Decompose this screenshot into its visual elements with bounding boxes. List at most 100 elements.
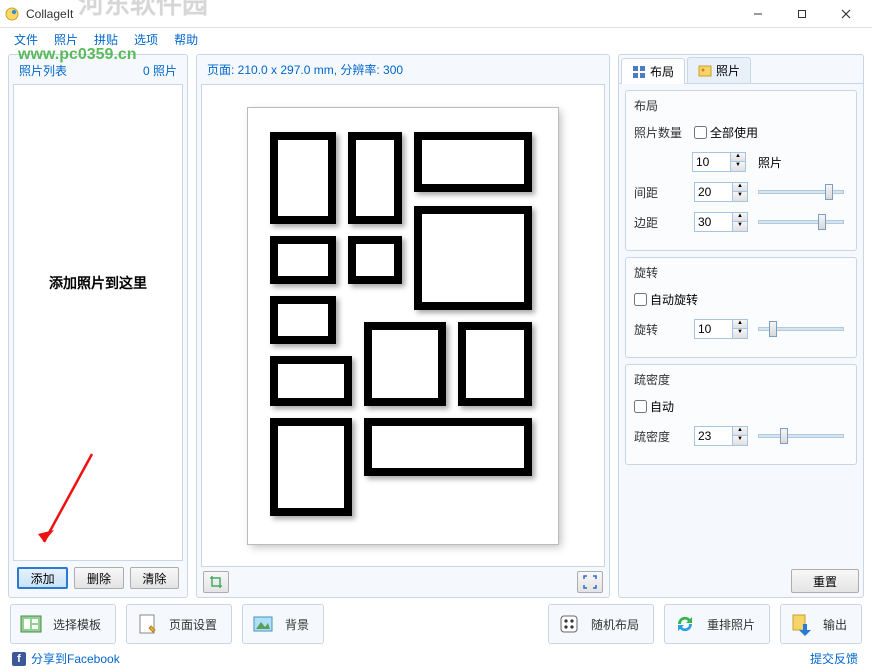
page-setup-button[interactable]: 页面设置 bbox=[126, 604, 232, 644]
menu-file[interactable]: 文件 bbox=[6, 31, 46, 48]
export-button[interactable]: 输出 bbox=[780, 604, 862, 644]
margin-spinner[interactable]: ▲▼ bbox=[694, 212, 748, 232]
spin-down[interactable]: ▼ bbox=[733, 222, 747, 231]
footer: f 分享到Facebook 提交反馈 bbox=[0, 648, 872, 671]
template-button[interactable]: 选择模板 bbox=[10, 604, 116, 644]
photo-count-input[interactable] bbox=[692, 152, 730, 172]
minimize-button[interactable] bbox=[736, 1, 780, 27]
refresh-icon bbox=[673, 612, 697, 636]
auto-density-checkbox[interactable]: 自动 bbox=[634, 398, 674, 415]
page-setup-button-label: 页面设置 bbox=[169, 616, 217, 633]
close-button[interactable] bbox=[824, 1, 868, 27]
add-button[interactable]: 添加 bbox=[17, 567, 68, 589]
density-group-title: 疏密度 bbox=[634, 371, 848, 388]
settings-tabs: 布局 照片 bbox=[619, 55, 863, 84]
rotation-input[interactable] bbox=[694, 319, 732, 339]
margin-slider[interactable] bbox=[758, 220, 844, 224]
collage-frame[interactable] bbox=[270, 296, 336, 344]
titlebar: CollageIt bbox=[0, 0, 872, 28]
export-icon bbox=[789, 612, 813, 636]
photo-drop-area[interactable]: 添加照片到这里 bbox=[13, 84, 183, 561]
collage-frame[interactable] bbox=[348, 132, 402, 224]
margin-input[interactable] bbox=[694, 212, 732, 232]
background-button[interactable]: 背景 bbox=[242, 604, 324, 644]
facebook-icon: f bbox=[12, 652, 26, 666]
rotation-spinner[interactable]: ▲▼ bbox=[694, 319, 748, 339]
tab-layout[interactable]: 布局 bbox=[621, 58, 685, 84]
spin-down[interactable]: ▼ bbox=[733, 329, 747, 338]
collage-frame[interactable] bbox=[270, 418, 352, 516]
density-slider[interactable] bbox=[758, 434, 844, 438]
collage-frame[interactable] bbox=[270, 236, 336, 284]
drop-hint-text: 添加照片到这里 bbox=[49, 273, 147, 293]
facebook-share-link[interactable]: f 分享到Facebook bbox=[12, 650, 120, 667]
reset-button[interactable]: 重置 bbox=[791, 569, 859, 593]
rotation-group: 旋转 自动旋转 旋转 ▲▼ bbox=[625, 257, 857, 358]
facebook-share-label: 分享到Facebook bbox=[31, 650, 120, 667]
layout-group: 布局 照片数量 全部使用 ▲▼ 照片 间距 bbox=[625, 90, 857, 251]
photo-count-spinner[interactable]: ▲▼ bbox=[692, 152, 746, 172]
template-button-label: 选择模板 bbox=[53, 616, 101, 633]
collage-frame[interactable] bbox=[364, 418, 532, 476]
photo-list-label: 照片列表 bbox=[19, 62, 67, 79]
spin-down[interactable]: ▼ bbox=[733, 436, 747, 445]
collage-frame[interactable] bbox=[414, 132, 532, 192]
spin-down[interactable]: ▼ bbox=[731, 162, 745, 171]
spacing-spinner[interactable]: ▲▼ bbox=[694, 182, 748, 202]
spacing-input[interactable] bbox=[694, 182, 732, 202]
use-all-checkbox[interactable]: 全部使用 bbox=[694, 124, 758, 141]
background-icon bbox=[251, 612, 275, 636]
rotation-slider[interactable] bbox=[758, 327, 844, 331]
margin-label: 边距 bbox=[634, 214, 688, 231]
density-label: 疏密度 bbox=[634, 428, 688, 445]
collage-frame[interactable] bbox=[458, 322, 532, 406]
collage-frame[interactable] bbox=[364, 322, 446, 406]
collage-frame[interactable] bbox=[270, 132, 336, 224]
delete-button[interactable]: 删除 bbox=[74, 567, 123, 589]
rearrange-label: 重排照片 bbox=[707, 616, 755, 633]
crop-tool-button[interactable] bbox=[203, 571, 229, 593]
canvas-area[interactable] bbox=[201, 84, 605, 567]
collage-frame[interactable] bbox=[270, 356, 352, 406]
template-icon bbox=[19, 612, 43, 636]
photo-list-panel: 照片列表 0 照片 添加照片到这里 添加 删除 清除 bbox=[8, 54, 188, 598]
menubar: 文件 照片 拼贴 选项 帮助 bbox=[0, 28, 872, 50]
settings-panel: 布局 照片 布局 照片数量 全部使用 bbox=[618, 54, 864, 598]
maximize-button[interactable] bbox=[780, 1, 824, 27]
density-input[interactable] bbox=[694, 426, 732, 446]
spin-up[interactable]: ▲ bbox=[733, 320, 747, 329]
menu-options[interactable]: 选项 bbox=[126, 31, 166, 48]
collage-frame[interactable] bbox=[348, 236, 402, 284]
menu-help[interactable]: 帮助 bbox=[166, 31, 206, 48]
fit-tool-button[interactable] bbox=[577, 571, 603, 593]
spin-down[interactable]: ▼ bbox=[733, 192, 747, 201]
page-info-label: 页面: 210.0 x 297.0 mm, 分辨率: 300 bbox=[201, 59, 605, 84]
tab-photo[interactable]: 照片 bbox=[687, 57, 751, 83]
random-layout-label: 随机布局 bbox=[591, 616, 639, 633]
clear-button[interactable]: 清除 bbox=[130, 567, 179, 589]
collage-frame[interactable] bbox=[414, 206, 532, 310]
density-spinner[interactable]: ▲▼ bbox=[694, 426, 748, 446]
menu-photo[interactable]: 照片 bbox=[46, 31, 86, 48]
menu-collage[interactable]: 拼贴 bbox=[86, 31, 126, 48]
feedback-link[interactable]: 提交反馈 bbox=[810, 650, 858, 667]
window-title: CollageIt bbox=[26, 7, 736, 21]
photo-count-label: 照片数量 bbox=[634, 124, 688, 141]
rotation-group-title: 旋转 bbox=[634, 264, 848, 281]
random-layout-button[interactable]: 随机布局 bbox=[548, 604, 654, 644]
tab-layout-label: 布局 bbox=[650, 63, 674, 80]
annotation-arrow bbox=[34, 450, 94, 550]
auto-rotate-checkbox[interactable]: 自动旋转 bbox=[634, 291, 698, 308]
window-controls bbox=[736, 1, 868, 27]
page-setup-icon bbox=[135, 612, 159, 636]
rearrange-button[interactable]: 重排照片 bbox=[664, 604, 770, 644]
spacing-slider[interactable] bbox=[758, 190, 844, 194]
spin-up[interactable]: ▲ bbox=[733, 183, 747, 192]
density-group: 疏密度 自动 疏密度 ▲▼ bbox=[625, 364, 857, 465]
spin-up[interactable]: ▲ bbox=[733, 427, 747, 436]
photo-icon bbox=[698, 64, 712, 78]
canvas-panel: 页面: 210.0 x 297.0 mm, 分辨率: 300 bbox=[196, 54, 610, 598]
spin-up[interactable]: ▲ bbox=[733, 213, 747, 222]
bottom-toolbar: 选择模板 页面设置 背景 随机布局 重排照片 输出 bbox=[0, 598, 872, 648]
spin-up[interactable]: ▲ bbox=[731, 153, 745, 162]
